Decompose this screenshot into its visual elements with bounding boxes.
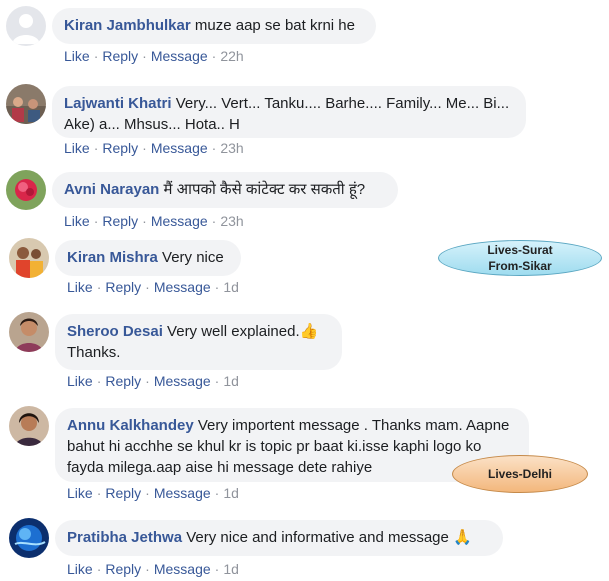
comment-text: Very nice [162,249,224,266]
comment-text: Very well explained. [167,323,300,340]
like-link[interactable]: Like [67,561,93,577]
folded-hands-emoji: 🙏 [453,529,472,546]
comment-actions: Like · Reply · Message · 23h [64,213,244,229]
avatar[interactable] [9,238,49,278]
comment-text: Very nice and informative and message [186,529,449,546]
comment-bubble: Avni Narayan मैं आपको कैसे कांटेक्ट कर स… [52,172,398,208]
reply-link[interactable]: Reply [105,561,141,577]
location-annotation-delhi: Lives-Delhi [452,455,588,493]
avatar-placeholder[interactable] [6,6,46,46]
reply-link[interactable]: Reply [105,485,141,501]
reply-link[interactable]: Reply [105,373,141,389]
comment-timestamp[interactable]: 1d [223,279,239,295]
comment-timestamp[interactable]: 1d [223,561,239,577]
comment-actions: Like · Reply · Message · 23h [64,140,244,156]
comment-author[interactable]: Avni Narayan [64,181,159,198]
message-link[interactable]: Message [154,561,211,577]
comment-actions: Like · Reply · Message · 1d [67,373,239,389]
like-link[interactable]: Like [67,279,93,295]
comment-actions: Like · Reply · Message · 1d [67,561,239,577]
comment-text: मैं आपको कैसे कांटेक्ट कर सकती हूं? [163,181,366,198]
message-link[interactable]: Message [154,279,211,295]
comment-text-line2: Thanks. [67,344,121,361]
message-link[interactable]: Message [151,213,208,229]
comment-bubble: Sheroo Desai Very well explained.👍 Thank… [55,314,342,370]
comment-timestamp[interactable]: 1d [223,373,239,389]
comment-actions: Like · Reply · Message · 1d [67,279,239,295]
comment-author[interactable]: Pratibha Jethwa [67,529,182,546]
thumbs-up-emoji: 👍 [299,323,319,340]
comment-timestamp[interactable]: 22h [220,48,243,64]
comment-bubble: Kiran Jambhulkar muze aap se bat krni he [52,8,376,44]
comment-actions: Like · Reply · Message · 22h [64,48,244,64]
comment-text: muze aap se bat krni he [194,17,355,34]
comment-timestamp[interactable]: 23h [220,213,243,229]
comment-author[interactable]: Lajwanti Khatri [64,95,172,112]
comment-author[interactable]: Annu Kalkhandey [67,417,194,434]
comment-author[interactable]: Sheroo Desai [67,323,163,340]
message-link[interactable]: Message [151,140,208,156]
avatar[interactable] [6,84,46,124]
annotation-line: Lives-Delhi [487,467,553,481]
comment-bubble: Lajwanti Khatri Very... Vert... Tanku...… [52,86,526,138]
message-link[interactable]: Message [154,485,211,501]
like-link[interactable]: Like [64,213,90,229]
like-link[interactable]: Like [67,485,93,501]
avatar[interactable] [9,312,49,352]
like-link[interactable]: Like [67,373,93,389]
comment-bubble: Kiran Mishra Very nice [55,240,241,276]
annotation-line: Lives-Surat [487,243,553,257]
comment-author[interactable]: Kiran Mishra [67,249,158,266]
message-link[interactable]: Message [154,373,211,389]
comment-author[interactable]: Kiran Jambhulkar [64,17,191,34]
reply-link[interactable]: Reply [102,48,138,64]
avatar[interactable] [9,518,49,558]
reply-link[interactable]: Reply [102,213,138,229]
reply-link[interactable]: Reply [105,279,141,295]
comment-timestamp[interactable]: 1d [223,485,239,501]
like-link[interactable]: Like [64,140,90,156]
avatar[interactable] [9,406,49,446]
comment-actions: Like · Reply · Message · 1d [67,485,239,501]
comment-timestamp[interactable]: 23h [220,140,243,156]
comment-bubble: Pratibha Jethwa Very nice and informativ… [55,520,503,556]
location-annotation-surat: Lives-Surat From-Sikar [438,240,602,276]
message-link[interactable]: Message [151,48,208,64]
reply-link[interactable]: Reply [102,140,138,156]
like-link[interactable]: Like [64,48,90,64]
avatar[interactable] [6,170,46,210]
annotation-line: From-Sikar [488,259,552,273]
